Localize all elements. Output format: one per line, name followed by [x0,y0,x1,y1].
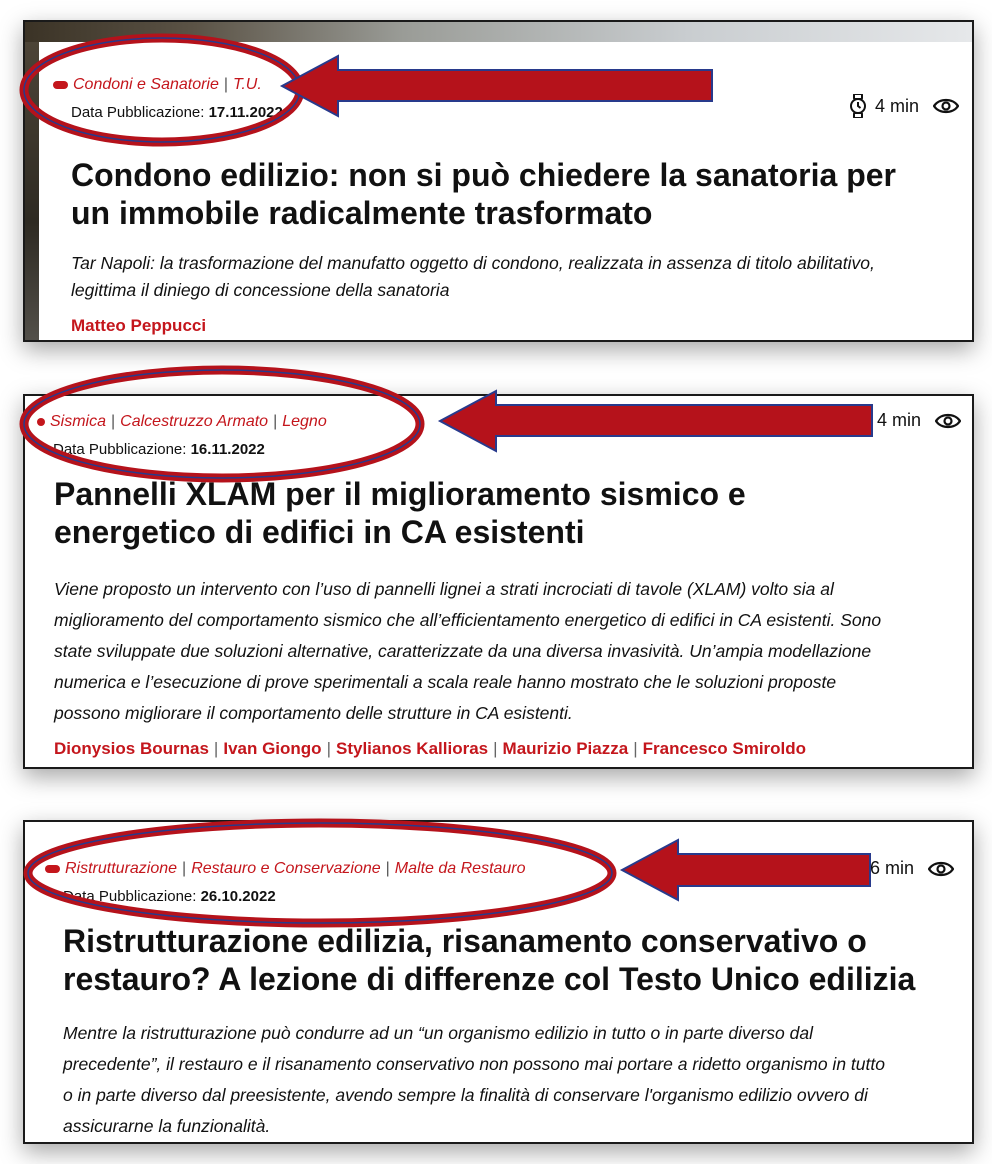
date-label: Data Pubblicazione: [71,104,205,121]
separator: | [493,739,498,758]
category-list: Condoni e Sanatorie | T.U. [53,76,262,94]
summary-line: state sviluppate due soluzioni alternati… [54,641,872,661]
summary-line: precedente”, il restauro e il risanament… [63,1054,885,1074]
eye-icon[interactable] [935,412,962,430]
summary-line: possono migliorare il comportamento dell… [54,703,573,723]
author-link[interactable]: Matteo Peppucci [71,316,206,335]
reading-time: 4 min [875,95,920,116]
watch-icon [850,94,866,118]
category-tag-icon [37,417,45,426]
summary-line: o in parte diverso dal preesistente, ave… [63,1085,868,1105]
date-label: Data Pubblicazione: [63,888,197,905]
category-link[interactable]: Calcestruzzo Armato [120,413,268,430]
author-link[interactable]: Dionysios Bournas [54,739,209,758]
category-link[interactable]: Sismica [50,413,106,430]
category-list: Ristrutturazione | Restauro e Conservazion… [45,860,526,878]
publication-date: Data Pubblicazione: 26.10.2022 [63,888,276,905]
article-title[interactable]: Ristrutturazione edilizia, risanamento c… [63,922,915,998]
separator: | [182,860,187,877]
header-photo [25,22,972,42]
eye-icon[interactable] [933,97,960,115]
article-title[interactable]: Condono edilizio: non si può chiedere la… [71,156,896,232]
summary-line: miglioramento del comportamento sismico … [54,610,882,630]
article-card[interactable]: Ristrutturazione | Restauro e Conservazion… [23,820,974,1144]
title-line: restauro? A lezione di differenze col Te… [63,961,916,997]
separator: | [223,76,229,93]
eye-icon[interactable] [928,860,955,878]
separator: | [385,860,390,877]
summary-line: Viene proposto un intervento con l’uso d… [54,579,834,599]
separator: | [633,739,638,758]
category-link[interactable]: Malte da Restauro [395,860,526,877]
date-label: Data Pubblicazione: [53,441,187,458]
reading-time: 4 min [877,410,922,430]
reading-meta: 4 min [877,410,962,431]
separator: | [326,739,331,758]
reading-meta: 4 min [849,94,960,118]
category-tag-icon [45,864,60,873]
author-link[interactable]: Ivan Giongo [223,739,321,758]
article-summary: Viene proposto un intervento con l’uso d… [54,574,881,729]
category-tag-icon [53,80,68,89]
header-photo-edge [25,42,39,340]
category-link[interactable]: Restauro e Conservazione [191,860,380,877]
reading-time: 6 min [870,858,915,878]
reading-meta: 6 min [870,858,955,879]
title-line: Ristrutturazione edilizia, risanamento c… [63,923,867,959]
article-card[interactable]: Condoni e Sanatorie | T.U. Data Pubblicazi… [23,20,974,342]
publication-date: Data Pubblicazione: 16.11.2022 [53,441,265,458]
title-line: energetico di edifici in CA esistenti [54,514,585,550]
category-link[interactable]: Condoni e Sanatorie [73,76,219,93]
summary-line: legittima il diniego di concessione dell… [71,280,450,300]
separator: | [213,739,219,758]
summary-line: Mentre la ristrutturazione può condurre … [63,1023,813,1043]
author-link[interactable]: Maurizio Piazza [503,739,629,758]
separator: | [273,413,278,430]
title-line: Pannelli XLAM per il miglioramento sismi… [54,476,746,512]
title-line: un immobile radicalmente trasformato [71,195,653,231]
article-card[interactable]: Sismica | Calcestruzzo Armato | Legno Data P… [23,394,974,769]
author-link[interactable]: Stylianos Kallioras [336,739,488,758]
summary-line: numerica e l’esecuzione di prove sperime… [54,672,837,692]
date-value: 16.11.2022 [190,441,265,458]
author-list: Dionysios Bournas | Ivan Giongo | Stylianos … [54,739,806,759]
article-summary: Tar Napoli: la trasformazione del manufa… [71,248,875,306]
category-list: Sismica | Calcestruzzo Armato | Legno [37,413,327,431]
author-list: Matteo Peppucci [71,316,206,336]
article-summary: Mentre la ristrutturazione può condurre … [63,1018,885,1142]
article-title[interactable]: Pannelli XLAM per il miglioramento sismi… [54,475,746,551]
publication-date: Data Pubblicazione: 17.11.2022 [71,104,283,121]
author-link[interactable]: Francesco Smiroldo [643,739,806,758]
date-value: 17.11.2022 [208,104,283,121]
summary-line: assicurarne la funzionalità. [63,1116,271,1136]
category-link[interactable]: T.U. [233,76,262,93]
category-link[interactable]: Ristrutturazione [65,860,177,877]
date-value: 26.10.2022 [200,888,276,905]
title-line: Condono edilizio: non si può chiedere la… [71,157,896,193]
category-link[interactable]: Legno [282,413,327,430]
separator: | [111,413,116,430]
